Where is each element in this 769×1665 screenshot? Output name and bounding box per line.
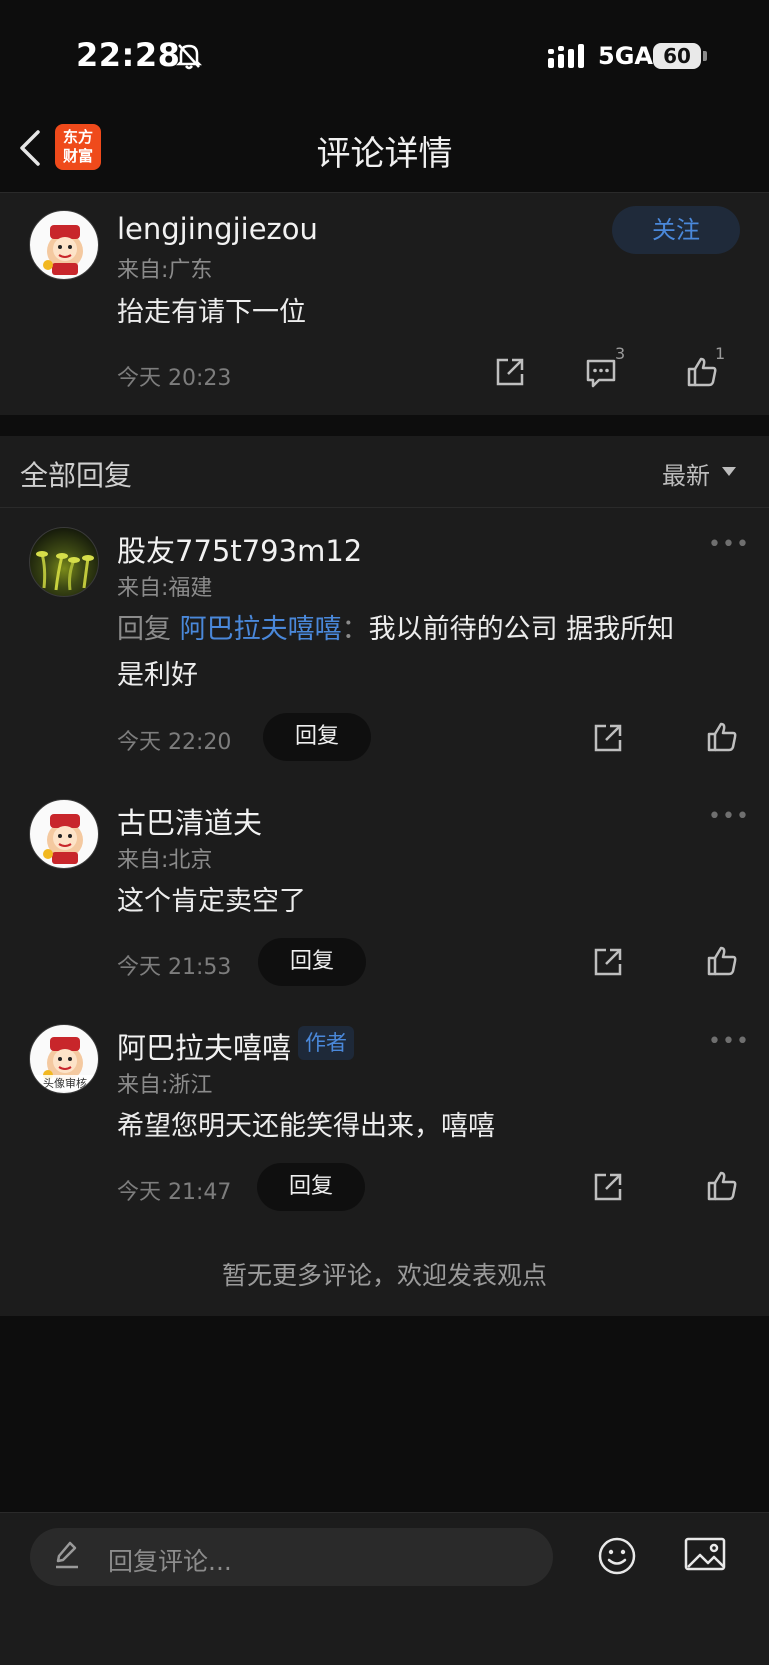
no-more-comments: 暂无更多评论，欢迎发表观点: [221, 1261, 547, 1290]
all-replies-title: 全部回复: [20, 459, 133, 492]
reply-button[interactable]: 回复: [258, 938, 366, 986]
reply-location: 来自:浙江: [117, 1073, 213, 1098]
sort-button[interactable]: 最新: [662, 456, 710, 491]
more-icon[interactable]: •••: [708, 804, 750, 829]
avatar[interactable]: 头像审核: [29, 1024, 99, 1094]
share-icon[interactable]: [592, 946, 624, 978]
reply-target-user[interactable]: 阿巴拉夫嘻嘻: [180, 614, 342, 645]
share-icon[interactable]: [592, 1171, 624, 1203]
share-icon[interactable]: [494, 356, 526, 388]
reply-time: 今天 22:20: [117, 730, 232, 755]
main-time: 今天 20:23: [117, 366, 232, 391]
reply-content-line2: 是利好: [117, 660, 198, 691]
follow-button[interactable]: 关注: [612, 206, 740, 254]
reply-text: 我以前待的公司 据我所知: [368, 614, 675, 645]
like-icon[interactable]: [686, 356, 718, 388]
reply-input-placeholder[interactable]: 回复评论...: [108, 1542, 232, 1578]
avatar[interactable]: [29, 210, 99, 280]
reply-username[interactable]: 阿巴拉夫嘻嘻: [117, 1025, 291, 1067]
sort-divider: [0, 507, 769, 508]
reply-content-line1: 回复 阿巴拉夫嘻嘻：我以前待的公司 据我所知: [117, 607, 674, 653]
main-username[interactable]: lengjingjiezou: [117, 212, 318, 246]
replies-card: [0, 436, 769, 1316]
reply-content: 这个肯定卖空了: [117, 886, 306, 917]
main-location: 来自:广东: [117, 258, 213, 283]
battery-tip: [703, 51, 707, 61]
emoji-icon[interactable]: [597, 1536, 637, 1576]
signal-icon: [548, 44, 588, 70]
comment-icon[interactable]: [585, 358, 617, 388]
sort-arrow-icon[interactable]: [722, 467, 736, 476]
main-content: 抬走有请下一位: [117, 297, 306, 328]
avatar[interactable]: [29, 527, 99, 597]
reply-username[interactable]: 古巴清道夫: [117, 800, 262, 842]
page-title: 评论详情: [316, 134, 453, 174]
like-icon[interactable]: [706, 721, 738, 753]
reply-username[interactable]: 股友775t793m12: [117, 528, 362, 570]
more-icon[interactable]: •••: [708, 532, 750, 557]
like-icon[interactable]: [706, 1170, 738, 1202]
avatar[interactable]: [29, 799, 99, 869]
reply-location: 来自:福建: [117, 576, 213, 601]
like-count: 1: [715, 344, 726, 363]
reply-time: 今天 21:47: [117, 1180, 232, 1205]
more-icon[interactable]: •••: [708, 1029, 750, 1054]
status-time: 22:28: [76, 36, 181, 74]
battery-level: 60: [653, 43, 701, 69]
reply-button[interactable]: 回复: [263, 713, 371, 761]
reply-separator: ：: [341, 614, 369, 645]
reply-button[interactable]: 回复: [257, 1163, 365, 1211]
reply-content: 希望您明天还能笑得出来，嘻嘻: [117, 1111, 495, 1142]
author-badge: 作者: [298, 1026, 354, 1060]
share-icon[interactable]: [592, 722, 624, 754]
network-type: 5GA: [598, 42, 653, 70]
bell-off-icon: [176, 42, 202, 70]
like-icon[interactable]: [706, 945, 738, 977]
image-icon[interactable]: [684, 1537, 726, 1573]
avatar-caption: 头像审核: [30, 1075, 98, 1091]
reply-location: 来自:北京: [117, 848, 213, 873]
comment-count: 3: [615, 344, 626, 363]
reply-time: 今天 21:53: [117, 955, 232, 980]
pencil-icon: [54, 1540, 80, 1570]
reply-prefix: 回复: [117, 614, 171, 645]
